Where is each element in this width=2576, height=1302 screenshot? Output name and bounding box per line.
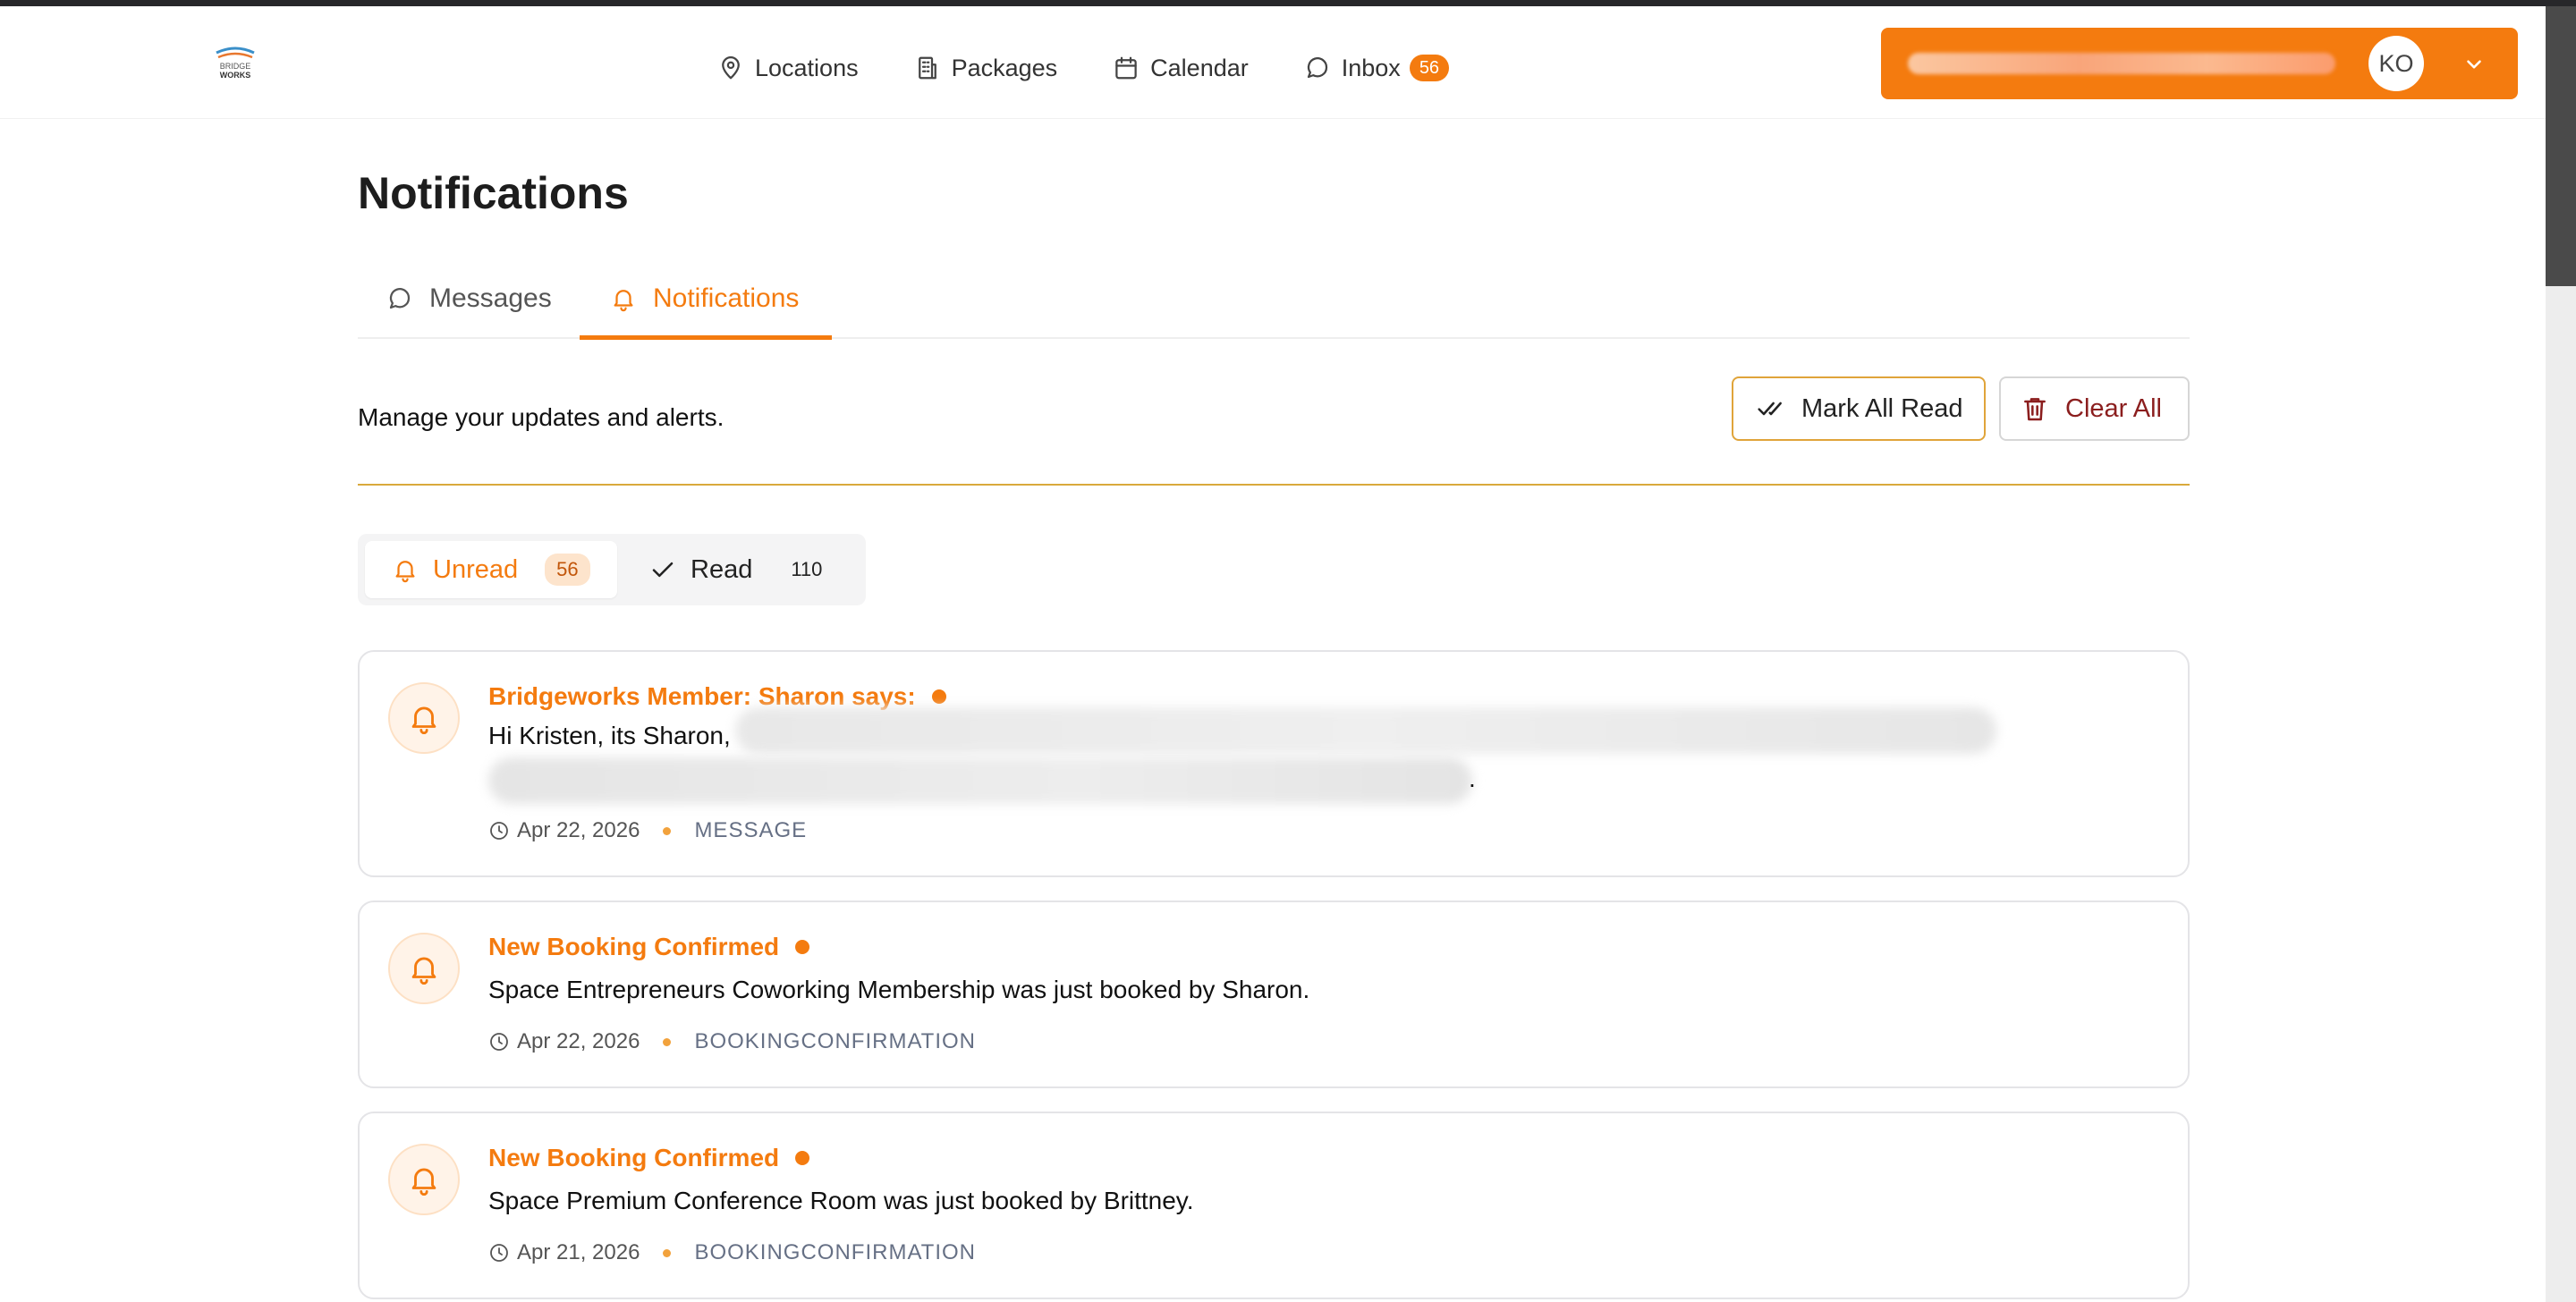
filter-read-label: Read	[691, 554, 753, 584]
browser-top-strip	[0, 0, 2576, 6]
svg-text:BRIDGE: BRIDGE	[220, 62, 251, 71]
tab-messages[interactable]: Messages	[386, 258, 552, 339]
read-count-badge: 110	[779, 554, 835, 586]
calendar-icon	[1115, 56, 1137, 80]
notification-card[interactable]: New Booking Confirmed Space Entrepreneur…	[358, 900, 2190, 1088]
check-icon	[652, 562, 674, 578]
tab-notifications[interactable]: Notifications	[610, 258, 799, 339]
avatar[interactable]: KO	[2368, 36, 2424, 91]
bell-icon	[411, 957, 436, 985]
user-account-menu[interactable]: KO	[1881, 28, 2518, 99]
meta-separator-dot	[663, 1037, 672, 1046]
section-divider	[358, 484, 2190, 486]
bell-icon	[614, 290, 633, 312]
nav-locations[interactable]: Locations	[717, 55, 859, 82]
notification-title: New Booking Confirmed	[488, 1144, 810, 1172]
bell-icon	[395, 561, 415, 583]
mark-all-read-button[interactable]: Mark All Read	[1732, 376, 1986, 441]
clock-icon	[490, 1244, 508, 1262]
notification-title: New Booking Confirmed	[488, 933, 810, 961]
read-filter-toggle: Unread 56 Read 110	[358, 534, 866, 605]
meta-separator-dot	[663, 826, 672, 835]
nav-calendar[interactable]: Calendar	[1113, 55, 1249, 82]
filter-unread-label: Unread	[433, 554, 519, 584]
tab-notifications-label: Notifications	[653, 283, 800, 313]
bell-icon	[411, 1168, 436, 1196]
notification-list: Bridgeworks Member: Sharon says: Hi Kris…	[358, 650, 2190, 1302]
clock-icon	[490, 1033, 508, 1051]
notification-body-end: .	[1469, 765, 1476, 792]
notification-title-text: New Booking Confirmed	[488, 933, 780, 960]
message-circle-icon	[1307, 57, 1327, 79]
inbox-tabs: Messages Notifications	[358, 258, 2190, 340]
notification-type: BOOKINGCONFIRMATION	[694, 1240, 976, 1264]
clear-all-label: Clear All	[2065, 393, 2162, 423]
notification-body: Hi Kristen, its Sharon,	[488, 722, 731, 749]
meta-separator-dot	[663, 1248, 672, 1257]
nav-packages[interactable]: Packages	[914, 54, 1058, 82]
notification-meta: Apr 22, 2026 BOOKINGCONFIRMATION	[488, 1029, 976, 1054]
app-window: BRIDGE WORKS Locations Packages Calendar…	[0, 6, 2546, 1302]
page-subtitle: Manage your updates and alerts.	[358, 403, 724, 431]
notification-avatar	[388, 682, 460, 754]
notification-date: Apr 22, 2026	[517, 1029, 640, 1053]
double-check-icon	[1758, 402, 1782, 416]
redacted-message-line-2	[488, 757, 1472, 804]
unread-indicator-dot	[795, 1151, 810, 1165]
clock-icon	[490, 822, 508, 840]
clear-all-button[interactable]: Clear All	[1999, 376, 2190, 441]
top-navbar: BRIDGE WORKS Locations Packages Calendar…	[0, 6, 2546, 119]
unread-count-badge: 56	[545, 554, 590, 586]
page-title: Notifications	[358, 168, 629, 218]
notification-title-text: New Booking Confirmed	[488, 1144, 780, 1171]
map-pin-icon	[722, 56, 740, 80]
notification-type: MESSAGE	[694, 818, 808, 842]
trash-icon	[2024, 398, 2046, 421]
notification-date: Apr 21, 2026	[517, 1240, 640, 1264]
mark-all-read-label: Mark All Read	[1801, 393, 1963, 423]
notification-date: Apr 22, 2026	[517, 818, 640, 842]
svg-text:WORKS: WORKS	[220, 71, 251, 80]
unread-indicator-dot	[931, 689, 946, 704]
nav-packages-label: Packages	[951, 54, 1058, 81]
filter-unread[interactable]: Unread 56	[365, 541, 617, 598]
notification-avatar	[388, 933, 460, 1004]
nav-inbox-label: Inbox	[1341, 54, 1401, 81]
building-icon	[918, 56, 936, 80]
notification-card[interactable]: Bridgeworks Member: Sharon says: Hi Kris…	[358, 650, 2190, 877]
nav-calendar-label: Calendar	[1150, 54, 1249, 81]
user-email-redacted	[1908, 53, 2335, 74]
inbox-count-badge: 56	[1409, 55, 1450, 81]
chevron-down-icon[interactable]	[2462, 53, 2486, 76]
notification-type: BOOKINGCONFIRMATION	[694, 1029, 976, 1053]
notification-body: Space Premium Conference Room was just b…	[488, 1187, 1194, 1214]
active-tab-indicator	[580, 335, 832, 340]
bell-icon	[411, 706, 436, 734]
nav-inbox[interactable]: Inbox 56	[1304, 54, 1450, 82]
filter-read[interactable]: Read 110	[626, 541, 850, 598]
browser-side-panel-lower	[2546, 286, 2576, 1302]
redacted-message-line-1	[735, 707, 1996, 754]
notification-meta: Apr 21, 2026 BOOKINGCONFIRMATION	[488, 1240, 976, 1265]
notification-card[interactable]: New Booking Confirmed Space Premium Conf…	[358, 1112, 2190, 1299]
notification-meta: Apr 22, 2026 MESSAGE	[488, 818, 807, 843]
notification-avatar	[388, 1144, 460, 1215]
main-nav: Locations Packages Calendar Inbox 56	[717, 47, 1504, 89]
notification-body: Space Entrepreneurs Coworking Membership…	[488, 976, 1310, 1003]
tab-messages-label: Messages	[429, 283, 552, 313]
message-circle-icon	[389, 288, 411, 309]
bridgeworks-logo[interactable]: BRIDGE WORKS	[213, 42, 258, 85]
unread-indicator-dot	[795, 940, 810, 954]
nav-locations-label: Locations	[755, 54, 859, 81]
